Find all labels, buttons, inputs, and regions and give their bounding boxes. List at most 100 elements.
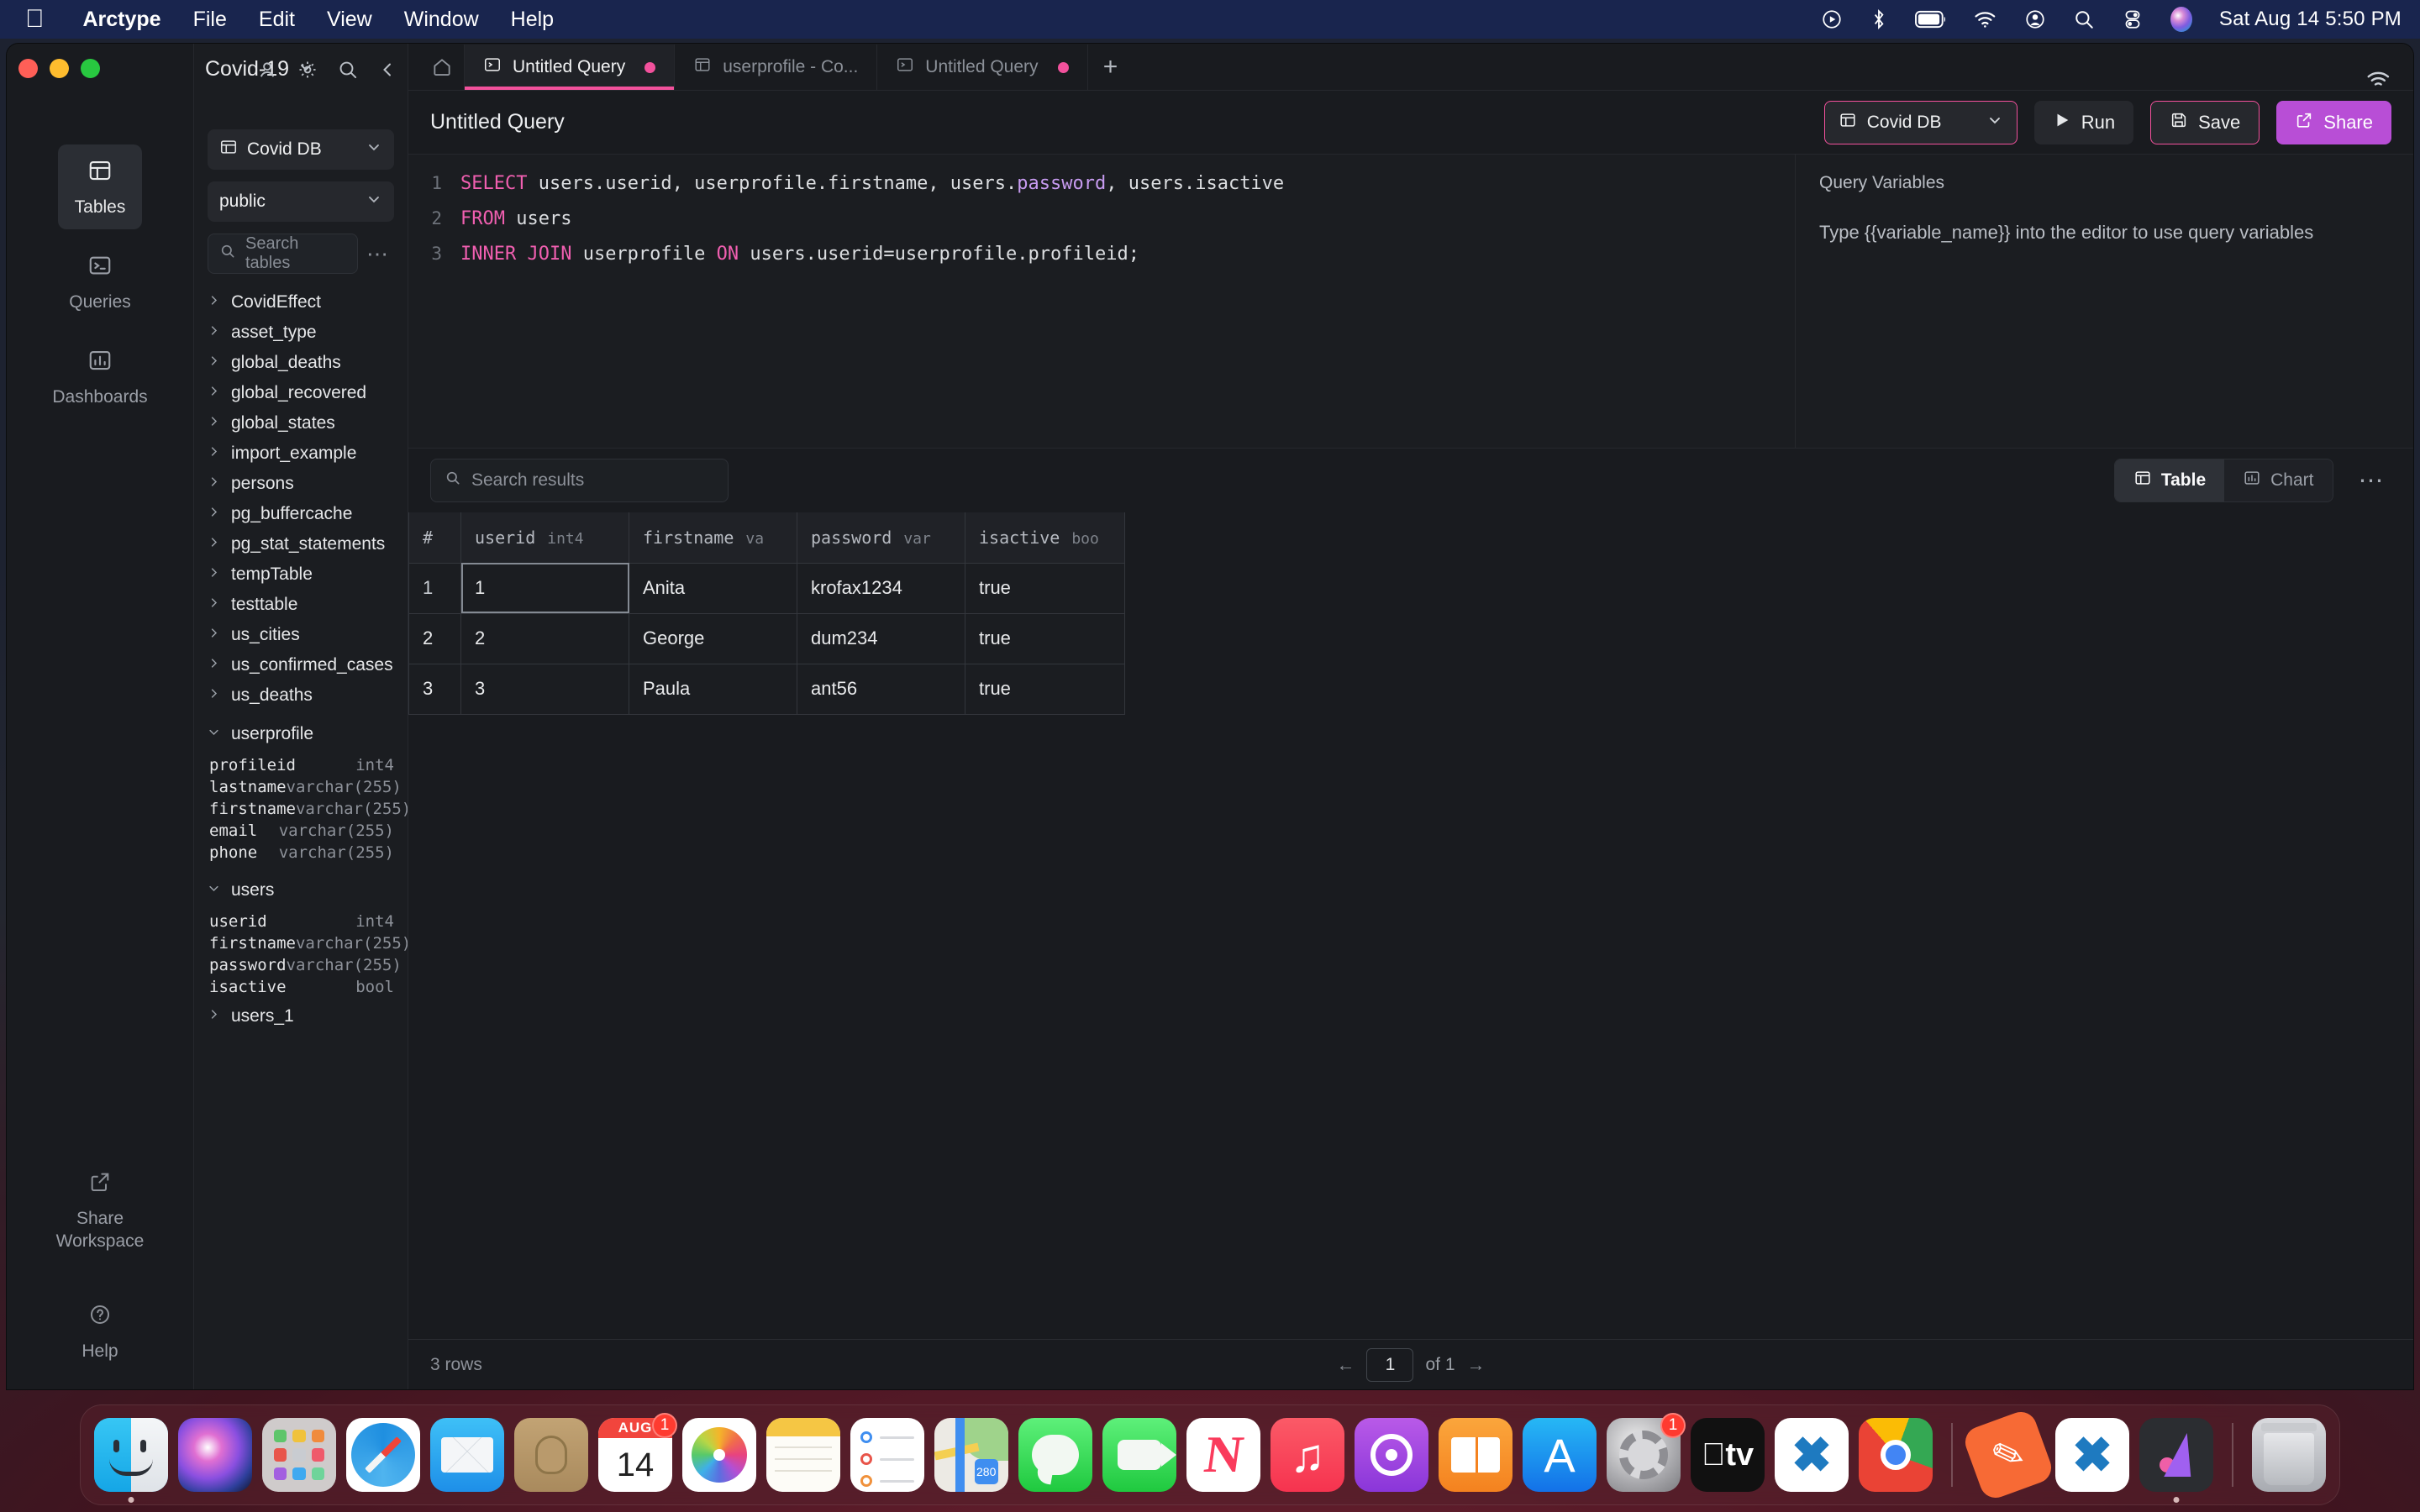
close-window-button[interactable] (18, 59, 38, 78)
dock-icon-postman[interactable]: ✎ (1971, 1418, 2045, 1492)
table-cell[interactable]: ant56 (797, 664, 965, 714)
table-node-global_recovered[interactable]: global_recovered (208, 378, 394, 408)
query-title[interactable]: Untitled Query (430, 110, 565, 134)
menu-item-view[interactable]: View (327, 8, 372, 32)
dock-icon-photos[interactable] (682, 1418, 756, 1492)
table-node-us_confirmed_cases[interactable]: us_confirmed_cases (208, 650, 394, 680)
column-row[interactable]: isactivebool (208, 976, 394, 998)
column-header[interactable]: firstnameva (629, 512, 797, 563)
column-row[interactable]: firstnamevarchar(255) (208, 798, 394, 820)
column-row[interactable]: phonevarchar(255) (208, 842, 394, 864)
run-button[interactable]: Run (2034, 101, 2133, 144)
column-header[interactable]: # (409, 512, 461, 563)
siri-icon[interactable] (2170, 7, 2192, 32)
page-number-input[interactable]: 1 (1366, 1348, 1413, 1382)
dock-icon-visual-studio-code-insiders[interactable]: ✖ (2055, 1418, 2129, 1492)
dock-icon-siri[interactable] (178, 1418, 252, 1492)
row-number-cell[interactable]: 2 (409, 613, 461, 664)
table-cell[interactable]: Anita (629, 563, 797, 613)
wifi-icon[interactable] (1974, 10, 1997, 29)
rail-item-dashboards[interactable]: Dashboards (58, 334, 142, 419)
table-cell[interactable]: dum234 (797, 613, 965, 664)
minimize-window-button[interactable] (50, 59, 69, 78)
battery-icon[interactable] (1915, 10, 1947, 29)
menu-item-window[interactable]: Window (404, 8, 479, 32)
column-header[interactable]: isactiveboo (965, 512, 1125, 563)
menu-item-help[interactable]: Help (511, 8, 554, 32)
results-more-options-button[interactable]: ⋯ (2347, 466, 2392, 496)
view-mode-chart-button[interactable]: Chart (2224, 459, 2332, 501)
table-node-global_deaths[interactable]: global_deaths (208, 348, 394, 378)
menubar-clock[interactable]: Sat Aug 14 5:50 PM (2219, 8, 2402, 31)
column-row[interactable]: profileidint4 (208, 754, 394, 776)
database-selector[interactable]: Covid DB (208, 129, 394, 170)
dock-icon-mail[interactable] (430, 1418, 504, 1492)
maximize-window-button[interactable] (81, 59, 100, 78)
dock-icon-maps[interactable]: 280 (934, 1418, 1008, 1492)
dock-icon-notes[interactable] (766, 1418, 840, 1492)
table-cell[interactable]: Paula (629, 664, 797, 714)
bluetooth-icon[interactable] (1870, 8, 1888, 30)
schema-selector[interactable]: public (208, 181, 394, 222)
column-row[interactable]: emailvarchar(255) (208, 820, 394, 842)
column-row[interactable]: firstnamevarchar(255) (208, 932, 394, 954)
tab-untitled-query-1[interactable]: Untitled Query (464, 45, 675, 90)
search-icon[interactable] (337, 59, 359, 85)
column-header[interactable]: useridint4 (461, 512, 629, 563)
table-row[interactable]: 22Georgedum234true (409, 613, 1125, 664)
table-list[interactable]: CovidEffectasset_typeglobal_deathsglobal… (194, 287, 408, 1389)
arrow-right-icon[interactable]: → (1467, 1354, 1486, 1376)
table-node-users[interactable]: users (208, 875, 394, 906)
table-node-global_states[interactable]: global_states (208, 408, 394, 438)
table-node-userprofile[interactable]: userprofile (208, 719, 394, 749)
apple-logo-icon[interactable]:  (18, 7, 51, 32)
dock-icon-facetime[interactable] (1102, 1418, 1176, 1492)
table-cell[interactable]: George (629, 613, 797, 664)
search-tables-input[interactable]: Search tables (208, 234, 358, 274)
dock-icon-news[interactable]: N (1186, 1418, 1260, 1492)
column-row[interactable]: lastnamevarchar(255) (208, 776, 394, 798)
table-cell[interactable]: true (965, 563, 1125, 613)
dock-icon-arctype[interactable] (2139, 1418, 2213, 1492)
dock-icon-books[interactable] (1439, 1418, 1512, 1492)
column-header[interactable]: passwordvar (797, 512, 965, 563)
dock-icon-launchpad[interactable] (262, 1418, 336, 1492)
row-number-cell[interactable]: 3 (409, 664, 461, 714)
table-cell[interactable]: 3 (461, 664, 629, 714)
table-node-persons[interactable]: persons (208, 469, 394, 499)
dock-icon-podcasts[interactable] (1355, 1418, 1428, 1492)
table-node-pg_stat_statements[interactable]: pg_stat_statements (208, 529, 394, 559)
settings-gear-icon[interactable] (297, 59, 318, 85)
table-node-import_example[interactable]: import_example (208, 438, 394, 469)
rail-item-queries[interactable]: Queries (58, 239, 142, 324)
table-node-testtable[interactable]: testtable (208, 590, 394, 620)
collapse-sidebar-icon[interactable] (377, 60, 397, 84)
dock-icon-contacts[interactable] (514, 1418, 588, 1492)
dock-icon-trash[interactable] (2252, 1418, 2326, 1492)
menu-item-edit[interactable]: Edit (259, 8, 295, 32)
arrow-left-icon[interactable]: ← (1336, 1354, 1355, 1376)
share-button[interactable]: Share (2276, 101, 2391, 144)
rail-item-share-workspace[interactable]: ShareWorkspace (58, 1157, 142, 1264)
connection-status-icon[interactable] (2366, 70, 2413, 90)
table-node-covideffect[interactable]: CovidEffect (208, 287, 394, 318)
table-node-users_1[interactable]: users_1 (208, 1001, 394, 1032)
save-button[interactable]: Save (2150, 101, 2260, 144)
rail-item-tables[interactable]: Tables (58, 144, 142, 229)
dock-icon-visual-studio-code[interactable]: ✖ (1775, 1418, 1849, 1492)
table-node-temptable[interactable]: tempTable (208, 559, 394, 590)
query-database-selector[interactable]: Covid DB (1824, 101, 2018, 144)
dock-icon-finder[interactable] (94, 1418, 168, 1492)
table-row[interactable]: 11Anitakrofax1234true (409, 563, 1125, 613)
new-tab-button[interactable]: + (1088, 45, 1134, 90)
table-row[interactable]: 33Paulaant56true (409, 664, 1125, 714)
dock-icon-messages[interactable] (1018, 1418, 1092, 1492)
column-row[interactable]: passwordvarchar(255) (208, 954, 394, 976)
dock-icon-music[interactable]: ♫ (1270, 1418, 1344, 1492)
view-mode-table-button[interactable]: Table (2115, 459, 2224, 501)
table-cell[interactable]: 1 (461, 563, 629, 613)
invite-members-icon[interactable] (256, 59, 278, 85)
menu-item-arctype[interactable]: Arctype (83, 8, 161, 32)
home-icon[interactable] (420, 45, 464, 90)
dock-icon-calendar[interactable]: AUG141 (598, 1418, 672, 1492)
